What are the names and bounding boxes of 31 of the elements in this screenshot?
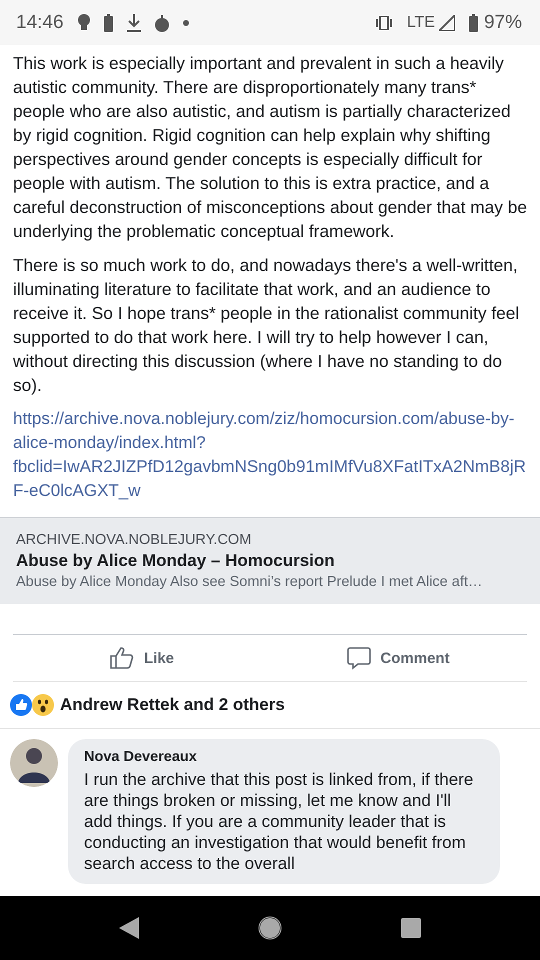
surprised-emoji-icon [32,694,54,716]
download-icon [126,14,141,32]
vibrate-icon [374,16,393,30]
bomb-icon [154,14,169,32]
battery-icon [468,14,478,32]
like-button[interactable]: Like [13,635,270,681]
preview-title: Abuse by Alice Monday – Homocursion [16,551,336,571]
post-link[interactable]: https://archive.nova.noblejury.com/ziz/homocursion.com/abuse-by-alice-monday/index.html?fbclid=IwAR2JIZPfD12gavbmNSng0b91mIMfVu8XFatITxA2NmB8jRF-eC0lcAGXT_w [13,407,527,503]
back-button[interactable] [119,917,140,939]
recents-button[interactable] [400,918,421,938]
home-button[interactable] [258,916,282,940]
post-paragraph: This work is especially important and prevalent in such a heavily autistic community. There are disproportionately many trans* people who are also autistic, and autism is partially characterized by rigid cognition. Rigid cognition can help explain why shifting perspectives around gender concepts is especially difficult for people with autism. The solution to this is extra practice, and a careful deconstruction of misconceptions about gender that may be underlying the problematic conceptual framework. [13,52,527,243]
reaction-summary[interactable]: Andrew Rettek and 2 others [60,695,285,715]
thumbs-up-icon [108,646,135,670]
speech-bubble-icon [347,646,372,670]
comment-text: I run the archive that this post is linked from, if there are things broken or missing, let me know and I'll add things. If you are a community leader that is conducting an investigation that would benefit from search access to the overall [84,769,474,874]
post-paragraph: There is so much work to do, and nowadays there's a well-written, illuminating literature to facilitate that work, and an audience to receive it. So I hope trans* people in the rationalist community feel supported to do that work here. I will try to help however I can, without directing this discussion (where I have no standing to do so). [13,254,520,397]
battery-percent: 97% [484,12,522,34]
preview-description: Abuse by Alice Monday Also see Somni’s report Prelude I met Alice aft… [16,574,484,590]
comment-button[interactable]: Comment [270,635,527,681]
network-label: LTE [406,14,435,32]
signal-icon [438,14,455,30]
avatar[interactable] [10,739,58,787]
like-reaction-icon [10,694,32,716]
dot-icon [182,20,189,26]
link-preview-card[interactable]: ARCHIVE.NOVA.NOBLEJURY.COM Abuse by Alice Monday – Homocursion Abuse by Alice Monday Also see Somni’s report Prelude I met Alice aft… [0,517,540,604]
lightbulb-icon [78,14,90,32]
comment-author[interactable]: Nova Devereaux [84,749,484,765]
preview-domain: ARCHIVE.NOVA.NOBLEJURY.COM [16,532,252,548]
status-time: 14:46 [16,12,64,34]
battery-icon [104,14,113,32]
